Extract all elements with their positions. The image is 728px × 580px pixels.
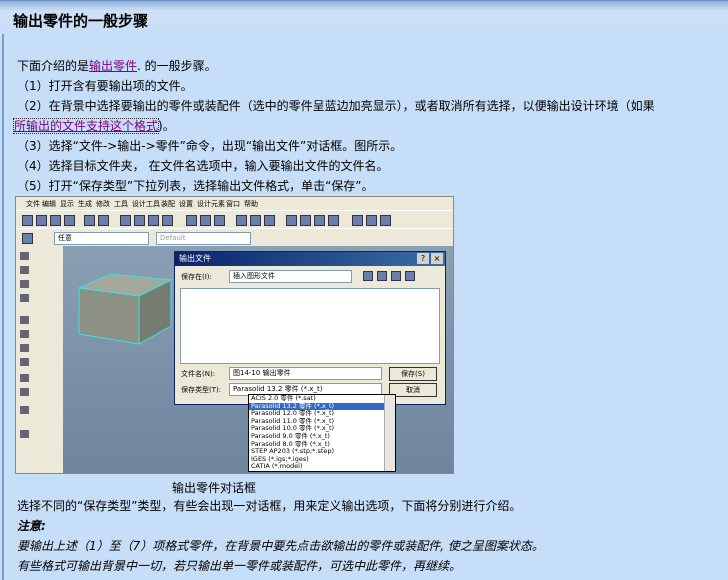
filter-select[interactable]: 任意	[54, 232, 149, 245]
tool-icon	[134, 215, 145, 226]
tool-icon	[148, 215, 159, 226]
dialog-title: 输出文件	[179, 254, 211, 263]
menu-item: 设置	[179, 200, 193, 208]
left-toolbar	[16, 246, 64, 473]
up-folder-icon[interactable]	[377, 271, 387, 281]
tool-icon	[352, 215, 363, 226]
tool-icon	[380, 215, 391, 226]
step-2: （2）在背景中选择要输出的零件或装配件（选中的零件呈蓝边加亮显示），或者取消所有…	[17, 99, 655, 113]
tool-icon	[20, 430, 29, 438]
step-3: （3）选择“文件->输出->零件”命令，出现“输出文件”对话框。图所示。	[17, 139, 403, 153]
tool-icon	[162, 215, 173, 226]
save-type-dropdown[interactable]: ACIS 2.0 零件 (*.sat) Parasolid 13.2 零件 (*…	[248, 394, 396, 472]
menu-item: 装配	[161, 200, 175, 208]
filename-label: 文件名(N):	[181, 370, 216, 378]
menu-item: 工具	[114, 200, 128, 208]
tool-icon	[20, 406, 29, 414]
help-icon[interactable]: ?	[417, 253, 429, 264]
tool-icon	[214, 215, 225, 226]
type-label: 保存类型(T):	[181, 386, 222, 394]
intro-suffix: . 的一般步骤。	[137, 59, 217, 73]
tool-icon	[328, 215, 339, 226]
tool-icon	[20, 374, 29, 382]
after-text: 选择不同的“保存类型”类型，有些会出现一对话框，用来定义输出选项，下面将分别进行…	[17, 499, 522, 513]
tool-icon	[314, 215, 325, 226]
tool-icon	[20, 252, 29, 260]
zoom-icon	[20, 330, 29, 338]
step-2-cont: 所输出的文件支持这个格式)。	[12, 118, 175, 134]
intro-prefix: 下面介绍的是	[17, 59, 90, 73]
app-toolbar	[16, 210, 453, 230]
undo-icon	[84, 215, 95, 226]
open-file-icon	[36, 215, 47, 226]
note-1: 要输出上述（1）至（7）项格式零件，在背景中要先点击欲输出的零件或装配件, 使之…	[17, 539, 544, 553]
export-dialog-screenshot: 文件 编辑 显示 生成 修改 工具 设计工具 装配 设置 设计元素 窗口 帮助	[15, 196, 454, 474]
app-menubar: 文件 编辑 显示 生成 修改 工具 设计工具 装配 设置 设计元素 窗口 帮助	[16, 197, 453, 210]
new-folder-icon[interactable]	[391, 271, 401, 281]
cursor-icon	[22, 233, 33, 244]
format-support-link[interactable]: 所输出的文件支持这个格式	[12, 118, 160, 134]
back-icon[interactable]	[363, 271, 373, 281]
close-icon[interactable]: ×	[431, 253, 443, 264]
tool-icon	[250, 215, 261, 226]
menu-item: 帮助	[244, 200, 258, 208]
new-file-icon	[22, 215, 33, 226]
filter-bar: 任意 Default	[16, 228, 453, 248]
note-title: 注意:	[17, 519, 46, 533]
cancel-button[interactable]: 取消	[389, 383, 437, 397]
tool-icon	[20, 266, 29, 274]
menu-item: 设计工具	[132, 200, 160, 208]
header-bar: 输出零件的一般步骤	[0, 0, 728, 34]
menu-item: 修改	[96, 200, 110, 208]
file-list[interactable]	[180, 288, 440, 364]
tool-icon	[286, 215, 297, 226]
step-1: （1）打开含有要输出项的文件。	[17, 79, 193, 93]
print-icon	[64, 215, 75, 226]
step-2-suffix: )。	[158, 119, 175, 133]
tool-icon	[300, 215, 311, 226]
menu-item: 编辑	[42, 200, 56, 208]
dialog-titlebar: 输出文件 ? ×	[175, 252, 445, 266]
left-border	[2, 34, 4, 580]
default-select[interactable]: Default	[156, 232, 251, 245]
menu-item: 文件	[26, 200, 40, 208]
zoom-icon	[20, 316, 29, 324]
part-model-icon	[77, 273, 173, 345]
tool-icon	[366, 215, 377, 226]
type-option[interactable]: CATIA (*.model)	[249, 463, 395, 471]
export-file-dialog: 输出文件 ? × 保存在(I): 插入图形文件 文件名(N): 图14-10 输…	[174, 251, 446, 405]
menu-item: 生成	[78, 200, 92, 208]
save-button[interactable]: 保存(S)	[389, 367, 437, 381]
menu-item: 设计元素	[197, 200, 225, 208]
save-icon	[50, 215, 61, 226]
tool-icon	[120, 215, 131, 226]
tool-icon	[20, 358, 29, 366]
tool-icon	[20, 294, 29, 302]
view-menu-icon[interactable]	[405, 271, 415, 281]
tool-icon	[20, 388, 29, 396]
step-5: （5）打开“保存类型”下拉列表，选择输出文件格式，单击“保存”。	[17, 179, 374, 193]
dropdown-scrollbar[interactable]	[384, 395, 395, 471]
save-in-select[interactable]: 插入图形文件	[229, 270, 352, 283]
tool-icon	[264, 215, 275, 226]
tool-icon	[186, 215, 197, 226]
page-title: 输出零件的一般步骤	[13, 12, 149, 30]
menu-item: 窗口	[226, 200, 240, 208]
filename-input[interactable]: 图14-10 输出零件	[229, 367, 382, 380]
tool-icon	[20, 344, 29, 352]
tool-icon	[236, 215, 247, 226]
tool-icon	[20, 280, 29, 288]
menu-item: 显示	[60, 200, 74, 208]
note-2: 有些格式可输出背景中一切，若只输出单一零件或装配件，可选中此零件，再继续。	[17, 559, 462, 573]
intro-line: 下面介绍的是输出零件. 的一般步骤。	[17, 58, 217, 74]
step-4: （4）选择目标文件夹， 在文件名选项中，输入要输出文件的文件名。	[17, 159, 389, 173]
figure-caption: 输出零件对话框	[172, 481, 257, 495]
redo-icon	[98, 215, 109, 226]
save-in-label: 保存在(I):	[181, 273, 212, 281]
tool-icon	[200, 215, 211, 226]
intro-link[interactable]: 输出零件	[89, 59, 137, 73]
